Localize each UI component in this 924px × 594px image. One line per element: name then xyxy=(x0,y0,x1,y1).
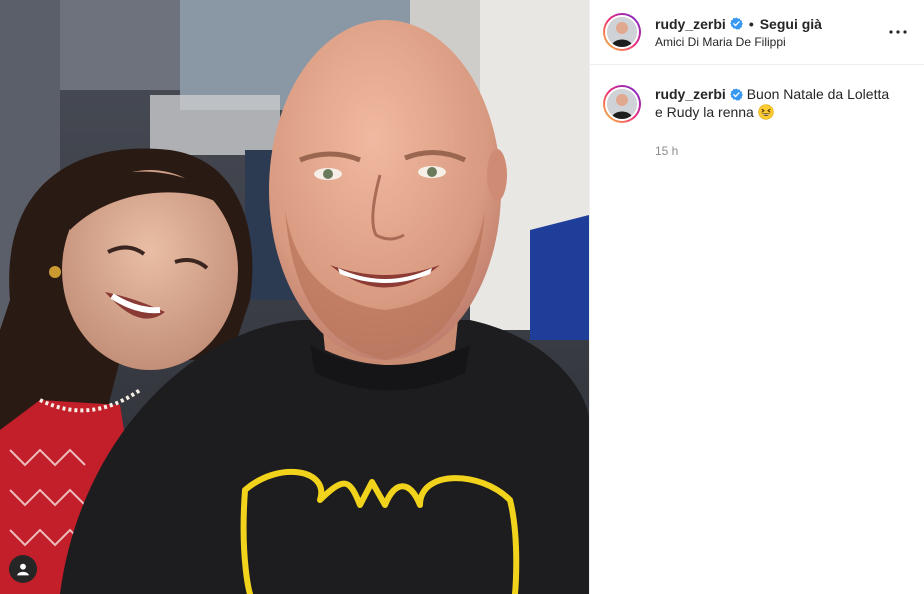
user-tag-button[interactable] xyxy=(9,555,37,583)
separator-dot: • xyxy=(748,15,754,32)
selfie-image xyxy=(0,0,589,594)
post-caption: rudy_zerbi Buon Natale da Loletta e Rudy… xyxy=(590,65,924,160)
avatar-image xyxy=(607,89,637,119)
following-button[interactable]: Segui già xyxy=(760,16,822,32)
post-photo[interactable] xyxy=(0,0,589,594)
post-timestamp[interactable]: 15 h xyxy=(655,142,895,160)
post-header: rudy_zerbi • Segui già Amici Di Maria De… xyxy=(590,0,924,65)
post-location[interactable]: Amici Di Maria De Filippi xyxy=(655,35,886,49)
more-options-button[interactable] xyxy=(886,20,910,44)
verified-badge-icon xyxy=(729,17,743,30)
user-tag-icon xyxy=(17,563,29,576)
post-side-panel: rudy_zerbi • Segui già Amici Di Maria De… xyxy=(589,0,924,594)
author-avatar[interactable] xyxy=(603,13,641,51)
avatar-image xyxy=(607,17,637,47)
verified-badge-icon xyxy=(729,88,743,101)
caption-author-avatar[interactable] xyxy=(603,85,641,123)
grinning-squinting-face-icon xyxy=(758,104,774,124)
author-username[interactable]: rudy_zerbi xyxy=(655,16,726,32)
more-options-icon xyxy=(889,30,907,34)
caption-username[interactable]: rudy_zerbi xyxy=(655,86,726,102)
